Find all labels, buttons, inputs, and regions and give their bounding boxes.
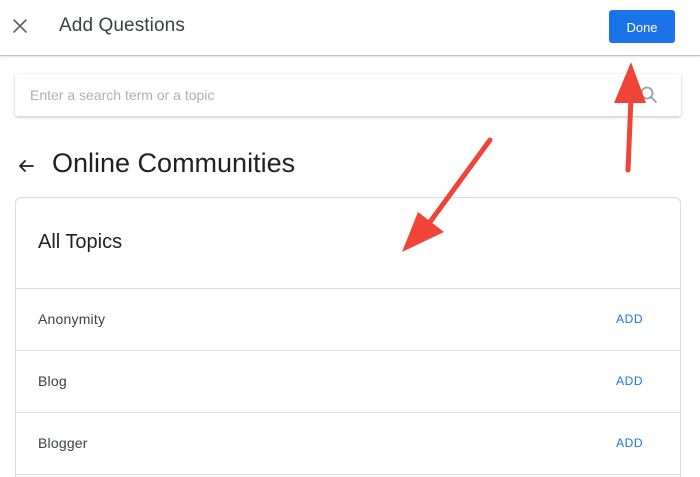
search-icon[interactable] xyxy=(639,85,659,105)
search-input[interactable] xyxy=(15,74,635,116)
search-box xyxy=(15,74,681,116)
topic-row: Anonymity ADD xyxy=(16,289,680,351)
topic-label: Anonymity xyxy=(38,311,106,327)
arrow-left-icon[interactable] xyxy=(14,154,38,178)
top-bar: Add Questions Done xyxy=(0,0,700,56)
add-topic-button[interactable]: ADD xyxy=(616,374,643,388)
done-button[interactable]: Done xyxy=(609,10,675,43)
card-header: All Topics xyxy=(16,198,680,289)
topics-card: All Topics Anonymity ADD Blog ADD Blogge… xyxy=(15,197,681,477)
add-topic-button[interactable]: ADD xyxy=(616,312,643,326)
add-topic-button[interactable]: ADD xyxy=(616,436,643,450)
close-button[interactable] xyxy=(8,12,32,40)
topic-row: Blog ADD xyxy=(16,351,680,413)
topic-row: Blogger ADD xyxy=(16,413,680,475)
topic-label: Blogger xyxy=(38,435,88,451)
card-title: All Topics xyxy=(38,231,123,253)
dialog-title: Add Questions xyxy=(59,15,185,36)
close-icon xyxy=(13,19,27,33)
page-title: Online Communities xyxy=(52,148,296,178)
topic-label: Blog xyxy=(38,373,67,389)
